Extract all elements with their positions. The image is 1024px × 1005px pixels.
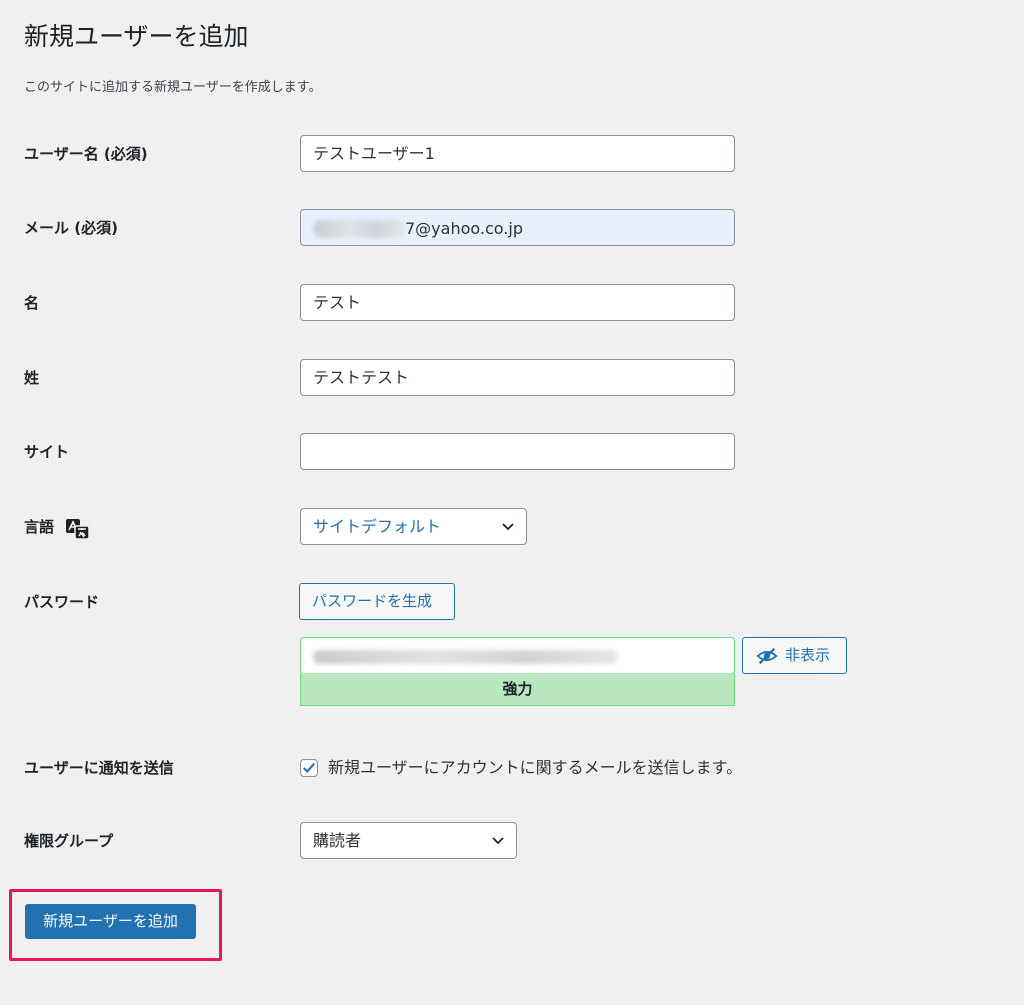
password-input[interactable] [300,637,735,674]
hide-password-label: 非表示 [785,646,831,664]
language-select[interactable]: サイトデフォルト [300,508,527,545]
notify-checkbox[interactable] [300,759,318,777]
eye-slash-icon [756,647,778,665]
page-title: 新規ユーザーを追加 [24,22,249,51]
redacted-blur [313,649,618,664]
role-selected-value: 購読者 [313,831,362,850]
chevron-down-icon [492,837,504,845]
notify-checkbox-label[interactable]: 新規ユーザーにアカウントに関するメールを送信します。 [328,757,742,779]
last-name-label: 姓 [24,369,40,387]
chevron-down-icon [502,523,514,531]
language-selected-value: サイトデフォルト [313,517,442,536]
website-label: サイト [24,443,70,461]
email-label: メール (必須) [24,219,118,237]
hide-password-button[interactable]: 非表示 [742,637,847,674]
website-input[interactable] [300,433,735,470]
username-input[interactable]: テストユーザー1 [300,135,735,172]
redacted-blur [313,219,405,238]
email-visible-value: 7@yahoo.co.jp [405,219,523,238]
generate-password-button[interactable]: パスワードを生成 [299,583,455,620]
page-intro: このサイトに追加する新規ユーザーを作成します。 [24,80,322,95]
translation-icon [66,519,90,540]
password-label: パスワード [24,593,100,611]
add-new-user-button[interactable]: 新規ユーザーを追加 [25,904,196,939]
language-label: 言語 [24,518,55,536]
role-label: 権限グループ [24,832,114,850]
last-name-input[interactable]: テストテスト [300,359,735,396]
notify-label: ユーザーに通知を送信 [24,759,174,777]
role-select[interactable]: 購読者 [300,822,517,859]
password-strength-meter: 強力 [300,673,735,706]
checkmark-icon [303,762,316,774]
first-name-input[interactable]: テスト [300,284,735,321]
first-name-label: 名 [24,294,40,312]
username-label: ユーザー名 (必須) [24,145,148,163]
email-input[interactable]: 7@yahoo.co.jp [300,209,735,246]
